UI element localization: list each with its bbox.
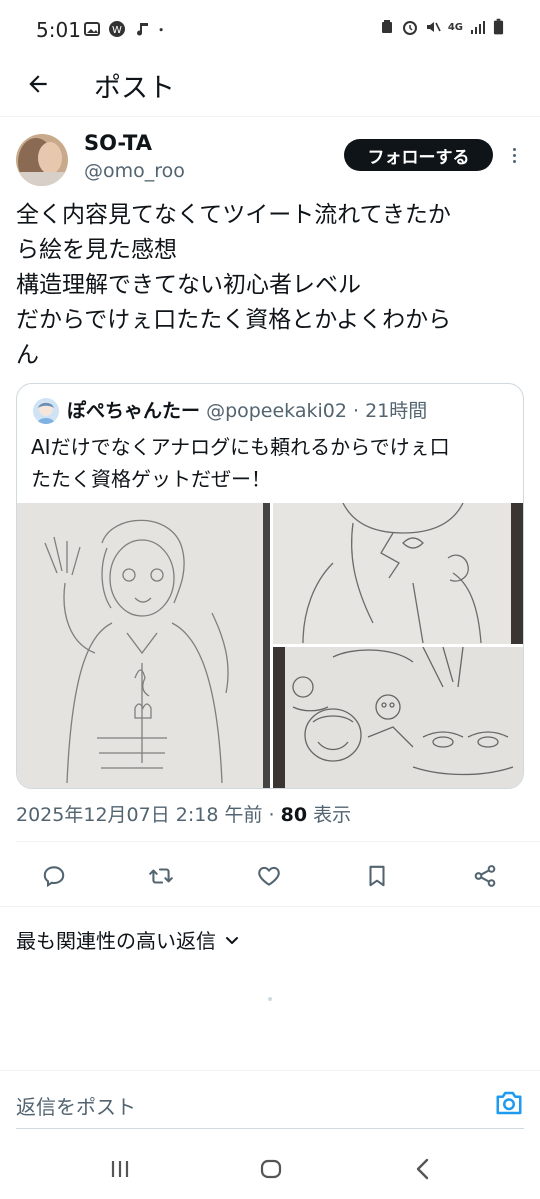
back-button[interactable] <box>20 66 56 102</box>
home-icon <box>260 1159 282 1179</box>
recent-apps-button[interactable] <box>105 1154 135 1184</box>
post-actions-bar <box>0 852 540 900</box>
bookmark-button[interactable] <box>361 860 393 892</box>
back-nav-button[interactable] <box>408 1154 438 1184</box>
repost-button[interactable] <box>145 860 177 892</box>
status-right-icons: 4G <box>379 18 504 36</box>
post-text-line: ら絵を見た感想 <box>16 237 177 263</box>
post-text: 全く内容見てなくてツイート流れてきたか ら絵を見た感想 構造理解できてない初心者… <box>16 198 524 373</box>
camera-button[interactable] <box>494 1089 524 1117</box>
share-button[interactable] <box>469 860 501 892</box>
meta-separator: · <box>268 804 281 826</box>
quoted-post-header: ぽぺちゃんたー @popeekaki02 · 21時間 <box>67 396 427 423</box>
share-icon <box>474 865 496 887</box>
divider <box>16 841 540 842</box>
quoted-image-1[interactable] <box>17 503 270 788</box>
reply-input[interactable]: 返信をポスト <box>16 1091 136 1120</box>
app-bar: ポスト <box>0 58 540 118</box>
author-avatar[interactable] <box>16 134 68 186</box>
reply-composer: 返信をポスト <box>0 1071 540 1131</box>
divider <box>0 116 540 117</box>
divider <box>0 906 540 907</box>
post-meta: 2025年12月07日 2:18 午前 · 80 表示 <box>16 800 351 827</box>
reply-icon <box>43 866 65 888</box>
status-left-icons: W <box>84 20 168 38</box>
chevron-down-icon <box>226 936 238 944</box>
loading-indicator <box>268 997 272 1001</box>
alarm-icon <box>402 21 417 35</box>
more-dot-icon <box>512 147 516 151</box>
quoted-image-3[interactable] <box>273 647 523 788</box>
repost-icon <box>149 868 173 884</box>
post-text-line: だからでけぇ口たたく資格とかよくわから <box>16 307 452 333</box>
system-nav-bar <box>0 1140 540 1199</box>
music-note-icon <box>137 23 148 36</box>
post-text-line: ん <box>16 342 39 368</box>
quoted-author-handle: @popeekaki02 <box>206 400 347 422</box>
reply-sort-label: 最も関連性の高い返信 <box>16 929 216 953</box>
reply-underline <box>16 1128 524 1129</box>
quoted-text-line: AIだけでなくアナログにも頼れるからでけぇ口 <box>31 435 450 459</box>
quoted-post-text: AIだけでなくアナログにも頼れるからでけぇ口 たたく資格ゲットだぜー！ <box>31 431 511 495</box>
post-text-line: 全く内容見てなくてツイート流れてきたか <box>16 202 451 228</box>
post-text-line: 構造理解できてない初心者レベル <box>16 272 361 298</box>
reply-button[interactable] <box>38 860 70 892</box>
recent-apps-icon <box>111 1161 129 1177</box>
signal-icon <box>471 21 485 34</box>
status-time: 5:01 <box>36 18 81 42</box>
dot-icon <box>159 28 163 32</box>
w-app-icon: W <box>109 21 125 37</box>
post-timestamp: 2025年12月07日 2:18 午前 <box>16 804 263 826</box>
camera-icon <box>496 1091 522 1115</box>
back-nav-icon <box>416 1158 429 1180</box>
reply-sort-dropdown[interactable]: 最も関連性の高い返信 <box>16 925 240 954</box>
home-button[interactable] <box>256 1154 286 1184</box>
quoted-author-name: ぽぺちゃんたー <box>67 400 201 422</box>
recycle-icon <box>381 20 392 33</box>
status-bar: 5:01 W 4G <box>0 0 540 60</box>
like-button[interactable] <box>253 860 285 892</box>
more-options-button[interactable] <box>504 142 524 168</box>
quoted-post-card[interactable]: ぽぺちゃんたー @popeekaki02 · 21時間 AIだけでなくアナログに… <box>16 383 524 789</box>
views-label: 表示 <box>313 804 352 826</box>
quoted-text-line: たたく資格ゲットだぜー！ <box>31 467 271 491</box>
arrow-left-icon <box>29 75 47 93</box>
network-4g-icon: 4G <box>447 21 463 33</box>
like-icon <box>258 866 280 886</box>
quoted-image-2[interactable] <box>273 503 523 644</box>
quoted-separator: · <box>353 400 360 422</box>
author-name[interactable]: SO-TA <box>84 131 152 155</box>
svg-text:W: W <box>112 25 122 36</box>
image-icon <box>84 22 100 36</box>
follow-button[interactable]: フォローする <box>344 139 493 171</box>
views-count: 80 <box>280 804 308 826</box>
more-dot-icon <box>512 159 516 163</box>
battery-icon <box>493 18 504 35</box>
more-dot-icon <box>512 153 516 157</box>
quoted-time: 21時間 <box>365 400 428 422</box>
bookmark-icon <box>369 865 385 887</box>
author-handle[interactable]: @omo_roo <box>84 160 185 182</box>
mute-icon <box>426 22 441 32</box>
quoted-author-avatar <box>33 398 59 424</box>
page-title: ポスト <box>94 73 175 104</box>
